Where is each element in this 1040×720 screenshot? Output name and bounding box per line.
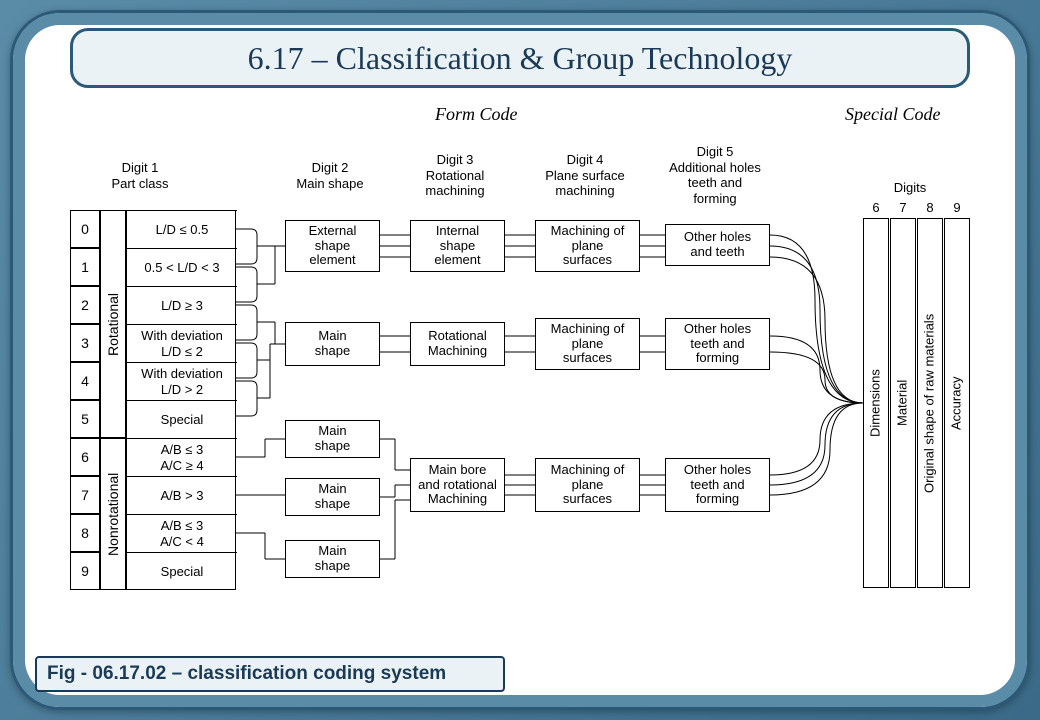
d1-5: 5 [70, 400, 100, 438]
partdesc-9: Special [127, 552, 237, 590]
d1-6: 6 [70, 438, 100, 476]
special-num-7: 7 [892, 200, 914, 215]
d4-box-0: Machining of plane surfaces [535, 220, 640, 272]
d5-box-2: Other holes teeth and forming [665, 458, 770, 512]
d1-3: 3 [70, 324, 100, 362]
diagram-area: Form Code Special Code Digit 1Part class… [35, 100, 1005, 648]
d1-7: 7 [70, 476, 100, 514]
d3-box-0: Internal shape element [410, 220, 505, 272]
special-num-6: 6 [865, 200, 887, 215]
d2-box-1: Main shape [285, 322, 380, 366]
col5-header: Digit 5Additional holesteeth andforming [660, 144, 770, 206]
special-num-8: 8 [919, 200, 941, 215]
d3-box-2: Main bore and rotational Machining [410, 458, 505, 512]
special-col-8: Original shape of raw materials [917, 218, 943, 588]
d2-box-3: Main shape [285, 478, 380, 516]
partdesc-1: 0.5 < L/D < 3 [127, 248, 237, 286]
d1-0: 0 [70, 210, 100, 248]
d5-box-0: Other holes and teeth [665, 224, 770, 266]
col1-header: Digit 1Part class [90, 160, 190, 191]
special-col-9: Accuracy [944, 218, 970, 588]
form-code-label: Form Code [435, 104, 518, 125]
special-col-6: Dimensions [863, 218, 889, 588]
rotational-cell: Rotational [100, 210, 126, 438]
partdesc-2: L/D ≥ 3 [127, 286, 237, 324]
col2-header: Digit 2Main shape [280, 160, 380, 191]
partdesc-8: A/B ≤ 3 A/C < 4 [127, 514, 237, 552]
d2-box-0: External shape element [285, 220, 380, 272]
d1-1: 1 [70, 248, 100, 286]
d1-2: 2 [70, 286, 100, 324]
d3-box-1: Rotational Machining [410, 322, 505, 366]
special-col-7: Material [890, 218, 916, 588]
nonrotational-cell: Nonrotational [100, 438, 126, 590]
col6-header: Digits [870, 180, 950, 196]
partdesc-0: L/D ≤ 0.5 [127, 210, 237, 248]
special-code-label: Special Code [845, 104, 940, 125]
d2-box-2: Main shape [285, 420, 380, 458]
col4-header: Digit 4Plane surfacemachining [530, 152, 640, 199]
special-num-9: 9 [946, 200, 968, 215]
d4-box-1: Machining of plane surfaces [535, 318, 640, 370]
partdesc-3: With deviation L/D ≤ 2 [127, 324, 237, 362]
d5-box-1: Other holes teeth and forming [665, 318, 770, 370]
d2-box-4: Main shape [285, 540, 380, 578]
d1-9: 9 [70, 552, 100, 590]
col3-header: Digit 3Rotationalmachining [405, 152, 505, 199]
d1-8: 8 [70, 514, 100, 552]
partdesc-7: A/B > 3 [127, 476, 237, 514]
partdesc-4: With deviation L/D > 2 [127, 362, 237, 400]
d1-4: 4 [70, 362, 100, 400]
d4-box-2: Machining of plane surfaces [535, 458, 640, 512]
figure-caption: Fig - 06.17.02 – classification coding s… [35, 656, 505, 692]
slide-title: 6.17 – Classification & Group Technology [70, 28, 970, 88]
partdesc-6: A/B ≤ 3 A/C ≥ 4 [127, 438, 237, 476]
partdesc-5: Special [127, 400, 237, 438]
